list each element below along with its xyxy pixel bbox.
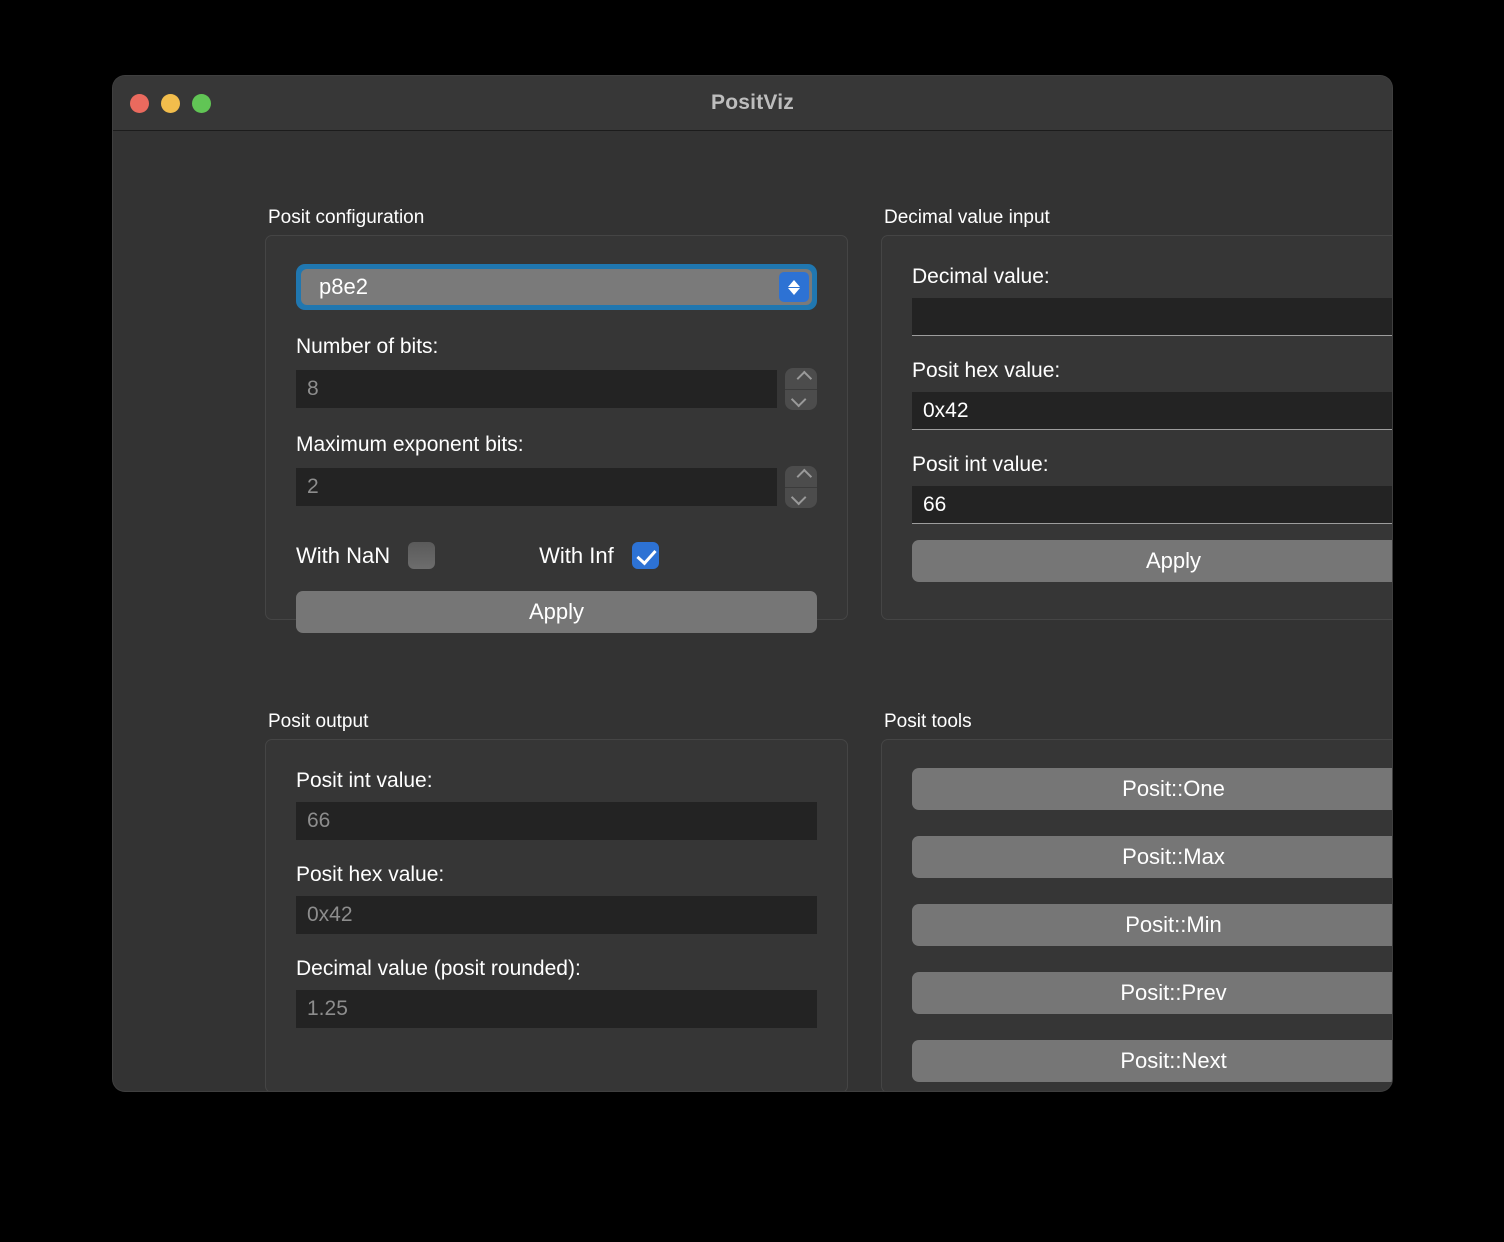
- posit-preset-select[interactable]: p8e2: [301, 269, 812, 305]
- label-output-posit-hex-value: Posit hex value:: [296, 863, 445, 886]
- group-label-posit-tools: Posit tools: [884, 711, 972, 732]
- maximum-exponent-bits-row: [296, 466, 817, 508]
- group-box-decimal-value-input: Decimal value: Posit hex value: Posit in…: [881, 235, 1392, 620]
- apply-decimal-value-button[interactable]: Apply: [912, 540, 1392, 582]
- label-with-nan: With NaN: [296, 542, 391, 568]
- window-content: Posit configuration p8e2 Number of bits:: [113, 131, 1392, 1091]
- minimize-button-icon[interactable]: [161, 93, 180, 113]
- label-number-of-bits: Number of bits:: [296, 335, 439, 358]
- close-button-icon[interactable]: [130, 93, 149, 113]
- group-box-posit-configuration: p8e2 Number of bits: 8 Maximum exponent …: [265, 235, 848, 633]
- group-label-decimal-value-input: Decimal value input: [884, 207, 1050, 228]
- group-label-posit-output: Posit output: [268, 711, 369, 732]
- group-decimal-value-input: Decimal value input Decimal value: Posit…: [881, 207, 1392, 620]
- number-of-bits-input[interactable]: [296, 370, 777, 408]
- posit-one-button[interactable]: Posit::One: [912, 768, 1392, 810]
- titlebar: PositViz: [113, 76, 1392, 131]
- label-output-posit-int-value: Posit int value:: [296, 769, 433, 792]
- number-of-bits-stepper[interactable]: [785, 368, 817, 410]
- maximize-button-icon[interactable]: [192, 93, 211, 113]
- app-window: PositViz Posit configuration p8e2 Number…: [113, 76, 1392, 1091]
- number-of-bits-row: [296, 368, 817, 410]
- input-posit-hex-value[interactable]: [912, 392, 1392, 430]
- group-posit-configuration: Posit configuration p8e2 Number of bits:: [265, 207, 848, 633]
- checkbox-with-inf[interactable]: [631, 542, 659, 569]
- stepper-up-icon[interactable]: [785, 368, 817, 390]
- group-label-posit-configuration: Posit configuration: [268, 207, 425, 228]
- label-input-posit-hex-value: Posit hex value:: [912, 359, 1061, 382]
- label-decimal-value: Decimal value:: [912, 265, 1050, 288]
- posit-max-button[interactable]: Posit::Max: [912, 836, 1392, 878]
- posit-next-button[interactable]: Posit::Next: [912, 1040, 1392, 1082]
- stepper-down-icon[interactable]: [785, 488, 817, 509]
- apply-configuration-button[interactable]: Apply: [296, 591, 817, 633]
- maximum-exponent-bits-stepper[interactable]: [785, 466, 817, 508]
- posit-prev-button[interactable]: Posit::Prev: [912, 972, 1392, 1014]
- label-output-decimal-value-rounded: Decimal value (posit rounded):: [296, 957, 581, 980]
- chevron-up-down-icon[interactable]: [779, 272, 809, 302]
- group-box-posit-output: Posit int value: Posit hex value: Decima…: [265, 739, 848, 1091]
- maximum-exponent-bits-input[interactable]: [296, 468, 777, 506]
- output-posit-hex-value: [296, 896, 817, 934]
- label-with-inf: With Inf: [539, 542, 614, 568]
- traffic-lights: [130, 93, 211, 113]
- group-posit-output: Posit output Posit int value: Posit hex …: [265, 711, 848, 1091]
- flags-row: With NaN With Inf: [296, 542, 817, 569]
- checkbox-with-nan[interactable]: [408, 542, 436, 569]
- label-maximum-exponent-bits: Maximum exponent bits:: [296, 433, 524, 456]
- posit-min-button[interactable]: Posit::Min: [912, 904, 1392, 946]
- input-posit-int-value[interactable]: [912, 486, 1392, 524]
- group-posit-tools: Posit tools Posit::One Posit::Max Posit:…: [881, 711, 1392, 1091]
- posit-preset-selected-value: p8e2: [319, 274, 368, 299]
- label-input-posit-int-value: Posit int value:: [912, 453, 1049, 476]
- stepper-up-icon[interactable]: [785, 466, 817, 488]
- output-posit-int-value: [296, 802, 817, 840]
- stepper-down-icon[interactable]: [785, 390, 817, 411]
- posit-preset-combo-focus-ring: p8e2: [296, 264, 817, 310]
- group-box-posit-tools: Posit::One Posit::Max Posit::Min Posit::…: [881, 739, 1392, 1091]
- window-title: PositViz: [711, 91, 794, 114]
- decimal-value-input[interactable]: [912, 298, 1392, 336]
- output-decimal-value-rounded: [296, 990, 817, 1028]
